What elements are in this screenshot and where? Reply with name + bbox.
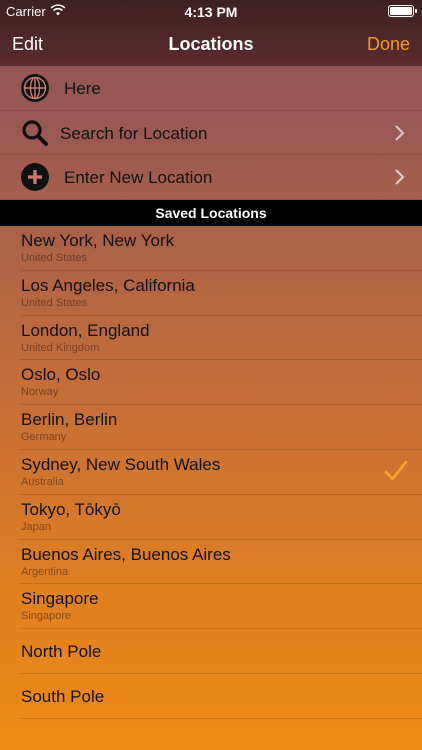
location-item-selected[interactable]: Sydney, New South Wales Australia — [20, 450, 422, 495]
location-country: Japan — [21, 520, 51, 533]
chevron-right-icon — [395, 169, 405, 186]
battery-icon — [388, 5, 417, 17]
saved-locations-list: New York, New York United States Los Ang… — [0, 226, 422, 719]
enter-location-label: Enter New Location — [64, 168, 213, 188]
location-item[interactable]: New York, New York United States — [20, 226, 422, 271]
search-location-row[interactable]: Search for Location — [0, 111, 422, 156]
location-country: Argentina — [21, 565, 69, 578]
globe-icon — [21, 74, 49, 102]
location-name: Tokyo, Tōkyō — [21, 499, 121, 519]
status-time: 4:13 PM — [184, 4, 238, 20]
enter-location-row[interactable]: Enter New Location — [0, 155, 422, 201]
here-row[interactable]: Here — [0, 66, 422, 111]
here-label: Here — [64, 79, 101, 98]
location-name: Buenos Aires, Buenos Aires — [21, 544, 231, 564]
location-name: London, England — [21, 320, 150, 340]
location-item[interactable]: London, England United Kingdom — [20, 316, 422, 361]
location-item[interactable]: Berlin, Berlin Germany — [20, 405, 422, 450]
location-country: Norway — [21, 386, 59, 399]
top-bar: Carrier 4:13 PM Edit Locations Done — [0, 0, 422, 66]
search-icon — [22, 120, 48, 146]
location-country: Australia — [21, 475, 64, 488]
location-country: United States — [21, 296, 88, 309]
location-item[interactable]: North Pole — [20, 629, 422, 674]
location-item[interactable]: Buenos Aires, Buenos Aires Argentina — [20, 540, 422, 585]
checkmark-icon — [384, 460, 408, 481]
search-location-label: Search for Location — [60, 123, 208, 143]
location-country: Singapore — [21, 610, 72, 623]
location-actions: Here Search for Location Enter New Locat… — [0, 66, 422, 201]
location-country: United Kingdom — [21, 341, 100, 354]
location-name: Berlin, Berlin — [21, 410, 118, 430]
location-item[interactable]: Los Angeles, California United States — [20, 271, 422, 316]
location-name: Los Angeles, California — [21, 275, 195, 295]
chevron-right-icon — [395, 124, 405, 141]
location-item[interactable]: Oslo, Oslo Norway — [20, 360, 422, 406]
location-item[interactable]: Tokyo, Tōkyō Japan — [20, 495, 422, 540]
location-item[interactable]: South Pole — [20, 674, 422, 719]
location-country: Germany — [21, 431, 67, 444]
location-name: North Pole — [21, 642, 102, 662]
page-title: Locations — [168, 34, 254, 54]
done-button[interactable]: Done — [367, 34, 410, 55]
location-name: New York, New York — [21, 231, 175, 250]
location-name: Oslo, Oslo — [21, 365, 101, 385]
add-icon — [21, 163, 49, 192]
location-country: United States — [21, 252, 88, 264]
status-bar: Carrier 4:13 PM — [0, 0, 422, 22]
saved-locations-header: Saved Locations — [0, 200, 422, 226]
navigation-bar: Edit Locations Done — [0, 22, 422, 66]
location-name: Singapore — [21, 589, 99, 609]
location-name: South Pole — [21, 686, 105, 706]
location-name: Sydney, New South Wales — [21, 454, 221, 474]
location-item[interactable]: Singapore Singapore — [20, 584, 422, 630]
